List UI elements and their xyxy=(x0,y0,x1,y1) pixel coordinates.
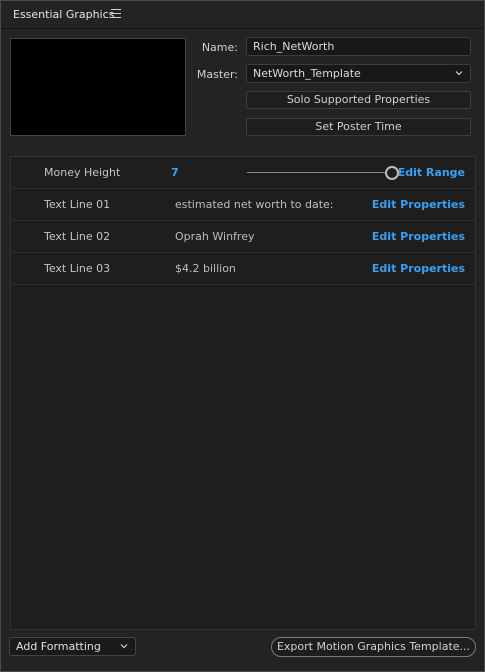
set-poster-time-button[interactable]: Set Poster Time xyxy=(246,118,471,136)
property-value[interactable]: estimated net worth to date: xyxy=(175,198,334,211)
add-formatting-label: Add Formatting xyxy=(16,640,101,653)
property-row-text-line-02[interactable]: Text Line 02 Oprah Winfrey Edit Properti… xyxy=(11,221,475,253)
edit-properties-link[interactable]: Edit Properties xyxy=(372,198,465,211)
master-value: NetWorth_Template xyxy=(253,67,361,80)
export-motion-graphics-template-button[interactable]: Export Motion Graphics Template... xyxy=(271,637,476,657)
panel-titlebar: Essential Graphics xyxy=(1,1,484,29)
panel-title[interactable]: Essential Graphics xyxy=(13,8,114,21)
name-input[interactable]: Rich_NetWorth xyxy=(246,37,471,56)
chevron-down-icon xyxy=(120,644,128,649)
slider-track[interactable] xyxy=(247,172,385,173)
property-name: Money Height xyxy=(44,166,121,179)
property-list: Money Height 7 Edit Range Text Line 01 e… xyxy=(10,156,476,630)
property-row-money-height[interactable]: Money Height 7 Edit Range xyxy=(11,157,475,189)
property-value[interactable]: Oprah Winfrey xyxy=(175,230,254,243)
property-name: Text Line 02 xyxy=(44,230,111,243)
poster-preview xyxy=(10,38,186,136)
edit-properties-link[interactable]: Edit Properties xyxy=(372,230,465,243)
add-formatting-dropdown[interactable]: Add Formatting xyxy=(9,637,136,656)
property-row-text-line-01[interactable]: Text Line 01 estimated net worth to date… xyxy=(11,189,475,221)
hamburger-menu-icon[interactable] xyxy=(111,9,121,19)
edit-properties-link[interactable]: Edit Properties xyxy=(372,262,465,275)
name-label: Name: xyxy=(201,41,238,54)
property-name: Text Line 01 xyxy=(44,198,111,211)
master-dropdown[interactable]: NetWorth_Template xyxy=(246,64,471,83)
solo-supported-properties-button[interactable]: Solo Supported Properties xyxy=(246,91,471,109)
name-value: Rich_NetWorth xyxy=(253,40,335,53)
property-name: Text Line 03 xyxy=(44,262,111,275)
property-value[interactable]: $4.2 billion xyxy=(175,262,236,275)
edit-range-link[interactable]: Edit Range xyxy=(398,166,465,179)
essential-graphics-panel: Essential Graphics Name: Rich_NetWorth M… xyxy=(0,0,485,672)
chevron-down-icon xyxy=(455,71,463,76)
property-row-text-line-03[interactable]: Text Line 03 $4.2 billion Edit Propertie… xyxy=(11,253,475,285)
master-label: Master: xyxy=(196,68,238,81)
property-value[interactable]: 7 xyxy=(171,166,179,179)
